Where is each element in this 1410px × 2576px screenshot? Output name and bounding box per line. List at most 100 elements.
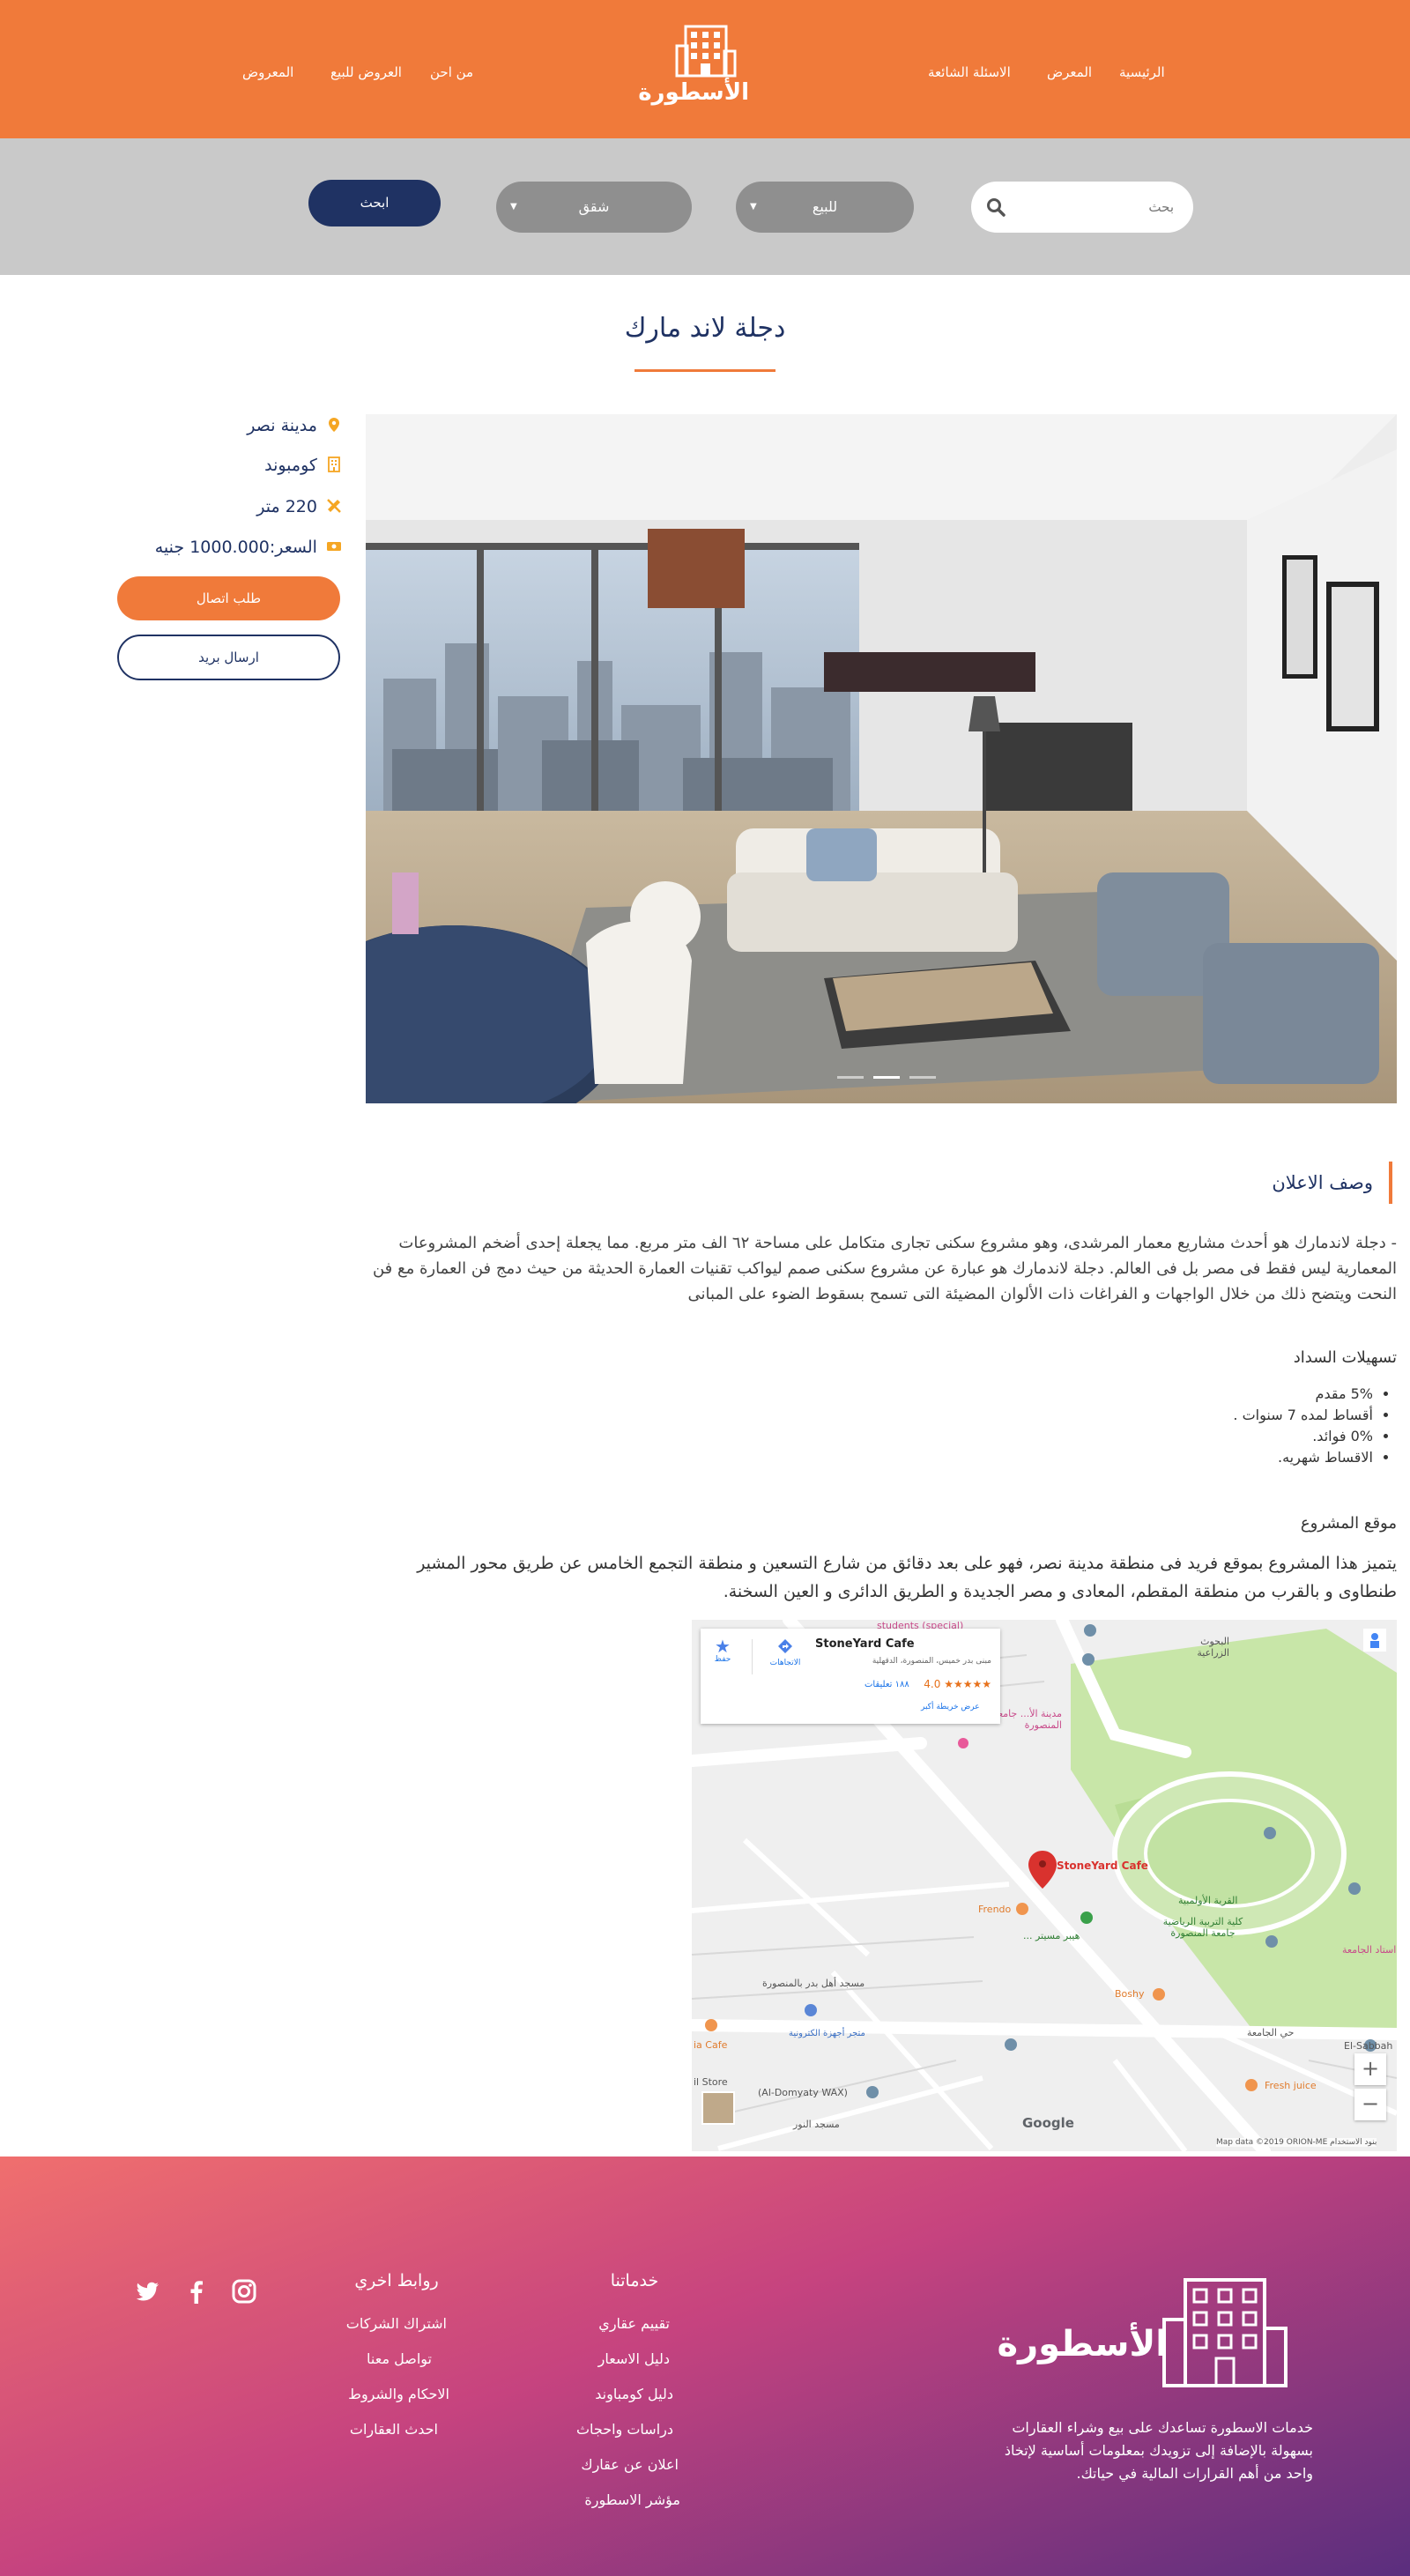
site-header: الرئيسية المعرض الاسئلة الشائعة الأسطورة… (0, 0, 1410, 138)
map-label: El-Sabbah (1344, 2040, 1393, 2052)
search-bar: ▼ للبيع ▼ شقق ابحث (0, 138, 1410, 275)
embedded-map[interactable]: البحوث الزراعية القرية الأولمبية كلية ال… (692, 1620, 1397, 2151)
map-pin-icon (329, 418, 339, 432)
footer-link-companies[interactable]: اشتراك الشركات (346, 2315, 447, 2332)
footer-link-valuation[interactable]: تقييم عقاري (598, 2315, 670, 2332)
dropdown-arrow-icon: ▼ (510, 202, 517, 212)
footer-link-index[interactable]: مؤشر الاسطورة (584, 2491, 680, 2508)
reviews-link[interactable]: ١٨٨ تعليقات (865, 1680, 909, 1689)
info-price-text: السعر:1000.000 جنيه (154, 538, 317, 557)
description-text: - دجلة لاندمارك هو أحدث مشاريع معمار الم… (372, 1234, 1397, 1303)
map-label: البحوث الزراعية (1197, 1636, 1229, 1659)
footer-link-latest[interactable]: احدث العقارات (350, 2421, 438, 2438)
title-underline (634, 369, 776, 372)
footer-link-terms[interactable]: الاحكام والشروط (348, 2386, 449, 2402)
building-icon (328, 457, 340, 472)
category-select[interactable]: ▼ شقق (496, 182, 692, 233)
nav-for-sale[interactable]: العروض للبيع (330, 64, 402, 80)
photo-carousel[interactable] (366, 414, 1397, 1103)
page-title: دجلة لاند مارك (624, 313, 786, 344)
search-button[interactable]: ابحث (308, 180, 441, 226)
divider (752, 1639, 753, 1674)
carousel-dot-2[interactable] (873, 1076, 901, 1079)
search-input[interactable] (1015, 182, 1174, 233)
ruler-pencil-icon (327, 499, 341, 513)
other-links-heading: روابط اخري (354, 2271, 439, 2290)
place-card: StoneYard Cafe مبنى بدر خميس، المنصورة، … (701, 1629, 1000, 1724)
section-heading-description: وصف الاعلان (1272, 1162, 1392, 1204)
place-name: StoneYard Cafe (815, 1637, 915, 1651)
nav-offers[interactable]: المعروض (242, 64, 293, 80)
listing-type-select[interactable]: ▼ للبيع (736, 182, 914, 233)
list-item: أقساط لمده 7 سنوات . (864, 1405, 1373, 1426)
info-location: مدينة نصر (247, 412, 342, 439)
map-marker-label: StoneYard Cafe (1057, 1860, 1148, 1872)
send-mail-button[interactable]: ارسال بريد (117, 635, 340, 680)
footer-link-prices[interactable]: دليل الاسعار (598, 2350, 670, 2367)
footer-logo-text: الأسطورة (997, 2324, 1168, 2364)
google-logo: Google (1022, 2115, 1074, 2131)
map-label: مسجد النور (793, 2119, 840, 2130)
rating-stars: ★★★★★ (944, 1678, 991, 1690)
map-attribution: Map data ©2019 ORION-ME بنود الاستخدام (1216, 2138, 1377, 2147)
map-label: حي الجامعة (1247, 2027, 1295, 2038)
directions-button[interactable]: الاتجاهات (764, 1637, 806, 1667)
info-area: 220 متر (256, 494, 342, 520)
map-label: كلية التربية الرياضية جامعة المنصورة (1162, 1916, 1243, 1939)
apartment-photo (366, 414, 1397, 1103)
dropdown-arrow-icon: ▼ (750, 202, 757, 212)
map-label: ia Cafe (694, 2039, 728, 2051)
map-label: استاد الجامعة (1342, 1944, 1397, 1956)
list-item: 0% فوائد. (864, 1426, 1373, 1447)
request-call-button[interactable]: طلب اتصال (117, 576, 340, 620)
logo-text: الأسطورة (638, 79, 749, 106)
location-heading: موقع المشروع (1300, 1514, 1397, 1533)
footer-link-compounds[interactable]: دليل كومباوند (595, 2386, 673, 2402)
footer-logo[interactable]: الأسطورة (997, 2275, 1300, 2390)
search-field[interactable] (971, 182, 1193, 233)
map-label: القرية الأولمبية (1178, 1895, 1238, 1906)
payment-list: 5% مقدم أقساط لمده 7 سنوات . 0% فوائد. ا… (864, 1384, 1392, 1468)
location-text: يتميز هذا المشروع بموقع فريد فى منطقة مد… (417, 1554, 1397, 1601)
map-label: متجر أجهزة الكترونية (789, 2029, 865, 2038)
info-location-text: مدينة نصر (247, 416, 317, 435)
payment-heading: تسهيلات السداد (1293, 1348, 1397, 1367)
carousel-dot-1[interactable] (837, 1076, 864, 1079)
info-kind-text: كومبوند (264, 456, 317, 475)
save-place-button[interactable]: ★ حفظ (709, 1637, 736, 1664)
star-icon: ★ (715, 1636, 731, 1657)
map-label: Boshy (1115, 1988, 1145, 2000)
map-label: (Al-Domyaty WAX) (758, 2087, 848, 2098)
nav-home[interactable]: الرئيسية (1119, 64, 1165, 80)
footer-link-studies[interactable]: دراسات واحجاث (576, 2421, 673, 2438)
info-kind: كومبوند (264, 452, 342, 479)
map-label: Fresh juice (1265, 2080, 1317, 2091)
twitter-icon[interactable] (134, 2278, 160, 2305)
category-value: شقق (578, 198, 610, 215)
building-logo-icon (675, 25, 737, 78)
nav-gallery[interactable]: المعرض (1047, 64, 1092, 80)
facebook-icon[interactable] (183, 2278, 210, 2305)
nav-about[interactable]: من احن (430, 64, 473, 80)
site-logo[interactable]: الأسطورة (638, 25, 749, 113)
listing-type-value: للبيع (812, 198, 838, 215)
instagram-icon[interactable] (231, 2278, 257, 2305)
footer-link-contact[interactable]: تواصل معنا (367, 2350, 432, 2367)
larger-map-link[interactable]: عرض خريطة أكبر (921, 1703, 980, 1711)
site-footer: الأسطورة خدمات الاسطورة تساعدك على بيع و… (0, 2157, 1410, 2576)
save-label: حفظ (714, 1655, 731, 1664)
footer-link-advertise[interactable]: اعلان عن عقارك (581, 2456, 679, 2473)
footer-about-text: خدمات الاسطورة تساعدك على بيع وشراء العق… (1004, 2419, 1313, 2482)
directions-label: الاتجاهات (769, 1659, 801, 1667)
services-heading: خدماتنا (610, 2271, 659, 2290)
info-price: السعر:1000.000 جنيه (155, 534, 342, 560)
map-label: il Store (694, 2076, 728, 2088)
zoom-out-button[interactable]: − (1354, 2089, 1386, 2120)
place-address: مبنى بدر خميس، المنصورة، الدقهلية (872, 1657, 991, 1666)
info-area-text: 220 متر (256, 497, 317, 516)
carousel-dot-3[interactable] (909, 1076, 937, 1079)
zoom-in-button[interactable]: + (1354, 2053, 1386, 2085)
search-icon[interactable] (985, 197, 1006, 218)
place-rating: 4.0 ★★★★★ (924, 1678, 991, 1690)
nav-faq[interactable]: الاسئلة الشائعة (928, 64, 1011, 80)
